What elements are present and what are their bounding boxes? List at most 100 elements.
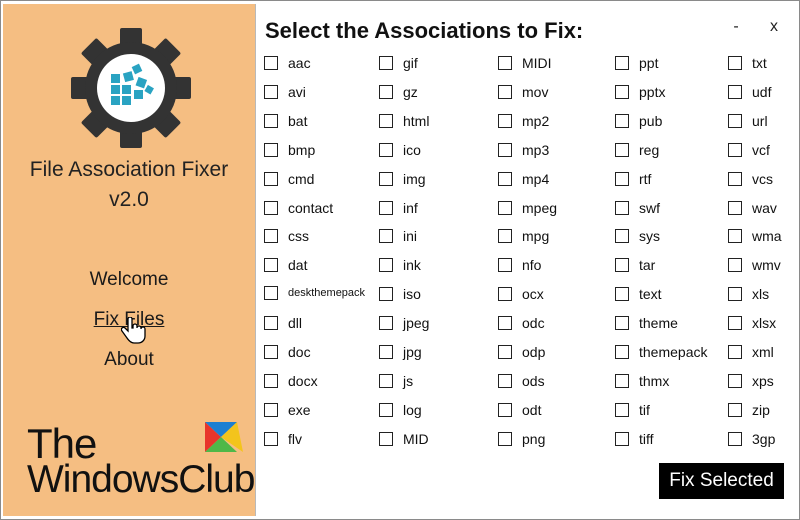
checkbox-box[interactable]	[498, 345, 512, 359]
association-checkbox[interactable]: xlsx	[728, 315, 776, 331]
checkbox-box[interactable]	[379, 287, 393, 302]
checkbox-box[interactable]	[379, 431, 393, 446]
association-checkbox[interactable]: tif	[615, 402, 650, 418]
association-checkbox[interactable]: xml	[728, 344, 774, 360]
checkbox-box[interactable]	[615, 56, 629, 70]
checkbox-box[interactable]	[498, 84, 512, 99]
association-checkbox[interactable]: xls	[728, 286, 769, 302]
association-checkbox[interactable]: xps	[728, 373, 774, 389]
checkbox-box[interactable]	[728, 84, 742, 99]
association-checkbox[interactable]: themepack	[615, 344, 707, 360]
checkbox-box[interactable]	[498, 258, 512, 273]
fix-selected-button[interactable]: Fix Selected	[659, 463, 784, 499]
checkbox-box[interactable]	[728, 287, 742, 302]
checkbox-box[interactable]	[498, 200, 512, 215]
association-checkbox[interactable]: flv	[264, 431, 302, 447]
checkbox-box[interactable]	[728, 431, 742, 446]
association-checkbox[interactable]: odc	[498, 315, 545, 331]
checkbox-box[interactable]	[728, 171, 742, 186]
association-checkbox[interactable]: ppt	[615, 55, 658, 71]
association-checkbox[interactable]: exe	[264, 402, 311, 418]
association-checkbox[interactable]: png	[498, 431, 545, 447]
association-checkbox[interactable]: bat	[264, 113, 307, 129]
association-checkbox[interactable]: cmd	[264, 171, 314, 187]
association-checkbox[interactable]: bmp	[264, 142, 315, 158]
association-checkbox[interactable]: reg	[615, 142, 659, 158]
checkbox-box[interactable]	[379, 373, 393, 388]
checkbox-box[interactable]	[379, 402, 393, 417]
checkbox-box[interactable]	[728, 142, 742, 157]
association-checkbox[interactable]: text	[615, 286, 662, 302]
nav-welcome[interactable]: Welcome	[3, 269, 255, 291]
checkbox-box[interactable]	[264, 345, 278, 359]
checkbox-box[interactable]	[615, 431, 629, 446]
association-checkbox[interactable]: url	[728, 113, 768, 129]
checkbox-box[interactable]	[498, 373, 512, 388]
association-checkbox[interactable]: 3gp	[728, 431, 775, 447]
association-checkbox[interactable]: txt	[728, 55, 767, 71]
checkbox-box[interactable]	[615, 200, 629, 215]
association-checkbox[interactable]: mov	[498, 84, 548, 100]
association-checkbox[interactable]: ini	[379, 228, 417, 244]
checkbox-box[interactable]	[379, 56, 393, 70]
checkbox-box[interactable]	[615, 373, 629, 388]
minimize-button[interactable]: -	[726, 18, 746, 36]
close-button[interactable]: x	[764, 18, 784, 36]
checkbox-box[interactable]	[264, 431, 278, 446]
checkbox-box[interactable]	[264, 286, 278, 301]
checkbox-box[interactable]	[615, 345, 629, 359]
association-checkbox[interactable]: wma	[728, 228, 782, 244]
checkbox-box[interactable]	[498, 316, 512, 331]
checkbox-box[interactable]	[728, 402, 742, 417]
checkbox-box[interactable]	[615, 287, 629, 302]
association-checkbox[interactable]: dll	[264, 315, 302, 331]
checkbox-box[interactable]	[498, 402, 512, 417]
association-checkbox[interactable]: log	[379, 402, 422, 418]
checkbox-box[interactable]	[379, 84, 393, 99]
association-checkbox[interactable]: contact	[264, 200, 333, 216]
association-checkbox[interactable]: gif	[379, 55, 418, 71]
association-checkbox[interactable]: img	[379, 171, 426, 187]
checkbox-box[interactable]	[379, 142, 393, 157]
association-checkbox[interactable]: docx	[264, 373, 318, 389]
checkbox-box[interactable]	[615, 402, 629, 417]
checkbox-box[interactable]	[264, 316, 278, 331]
checkbox-box[interactable]	[264, 113, 278, 128]
checkbox-box[interactable]	[379, 316, 393, 331]
association-checkbox[interactable]: swf	[615, 200, 660, 216]
checkbox-box[interactable]	[498, 113, 512, 128]
checkbox-box[interactable]	[728, 229, 742, 244]
checkbox-box[interactable]	[498, 142, 512, 157]
association-checkbox[interactable]: pub	[615, 113, 662, 129]
association-checkbox[interactable]: ocx	[498, 286, 544, 302]
association-checkbox[interactable]: jpeg	[379, 315, 429, 331]
association-checkbox[interactable]: mpeg	[498, 200, 557, 216]
nav-about[interactable]: About	[3, 349, 255, 371]
checkbox-box[interactable]	[379, 345, 393, 359]
association-checkbox[interactable]: tiff	[615, 431, 654, 447]
association-checkbox[interactable]: udf	[728, 84, 771, 100]
association-checkbox[interactable]: MIDI	[498, 55, 552, 71]
association-checkbox[interactable]: jpg	[379, 344, 422, 360]
checkbox-box[interactable]	[498, 171, 512, 186]
checkbox-box[interactable]	[615, 142, 629, 157]
checkbox-box[interactable]	[498, 287, 512, 302]
association-checkbox[interactable]: mpg	[498, 228, 549, 244]
checkbox-box[interactable]	[379, 200, 393, 215]
checkbox-box[interactable]	[615, 258, 629, 273]
association-checkbox[interactable]: dat	[264, 257, 307, 273]
association-checkbox[interactable]: css	[264, 228, 309, 244]
association-checkbox[interactable]: doc	[264, 344, 311, 360]
checkbox-box[interactable]	[728, 345, 742, 359]
checkbox-box[interactable]	[728, 113, 742, 128]
association-checkbox[interactable]: mp2	[498, 113, 549, 129]
association-checkbox[interactable]: sys	[615, 228, 660, 244]
checkbox-box[interactable]	[264, 258, 278, 273]
association-checkbox[interactable]: aac	[264, 55, 311, 71]
checkbox-box[interactable]	[379, 113, 393, 128]
association-checkbox[interactable]: rtf	[615, 171, 651, 187]
checkbox-box[interactable]	[264, 402, 278, 417]
association-checkbox[interactable]: ods	[498, 373, 545, 389]
association-checkbox[interactable]: iso	[379, 286, 421, 302]
association-checkbox[interactable]: gz	[379, 84, 418, 100]
